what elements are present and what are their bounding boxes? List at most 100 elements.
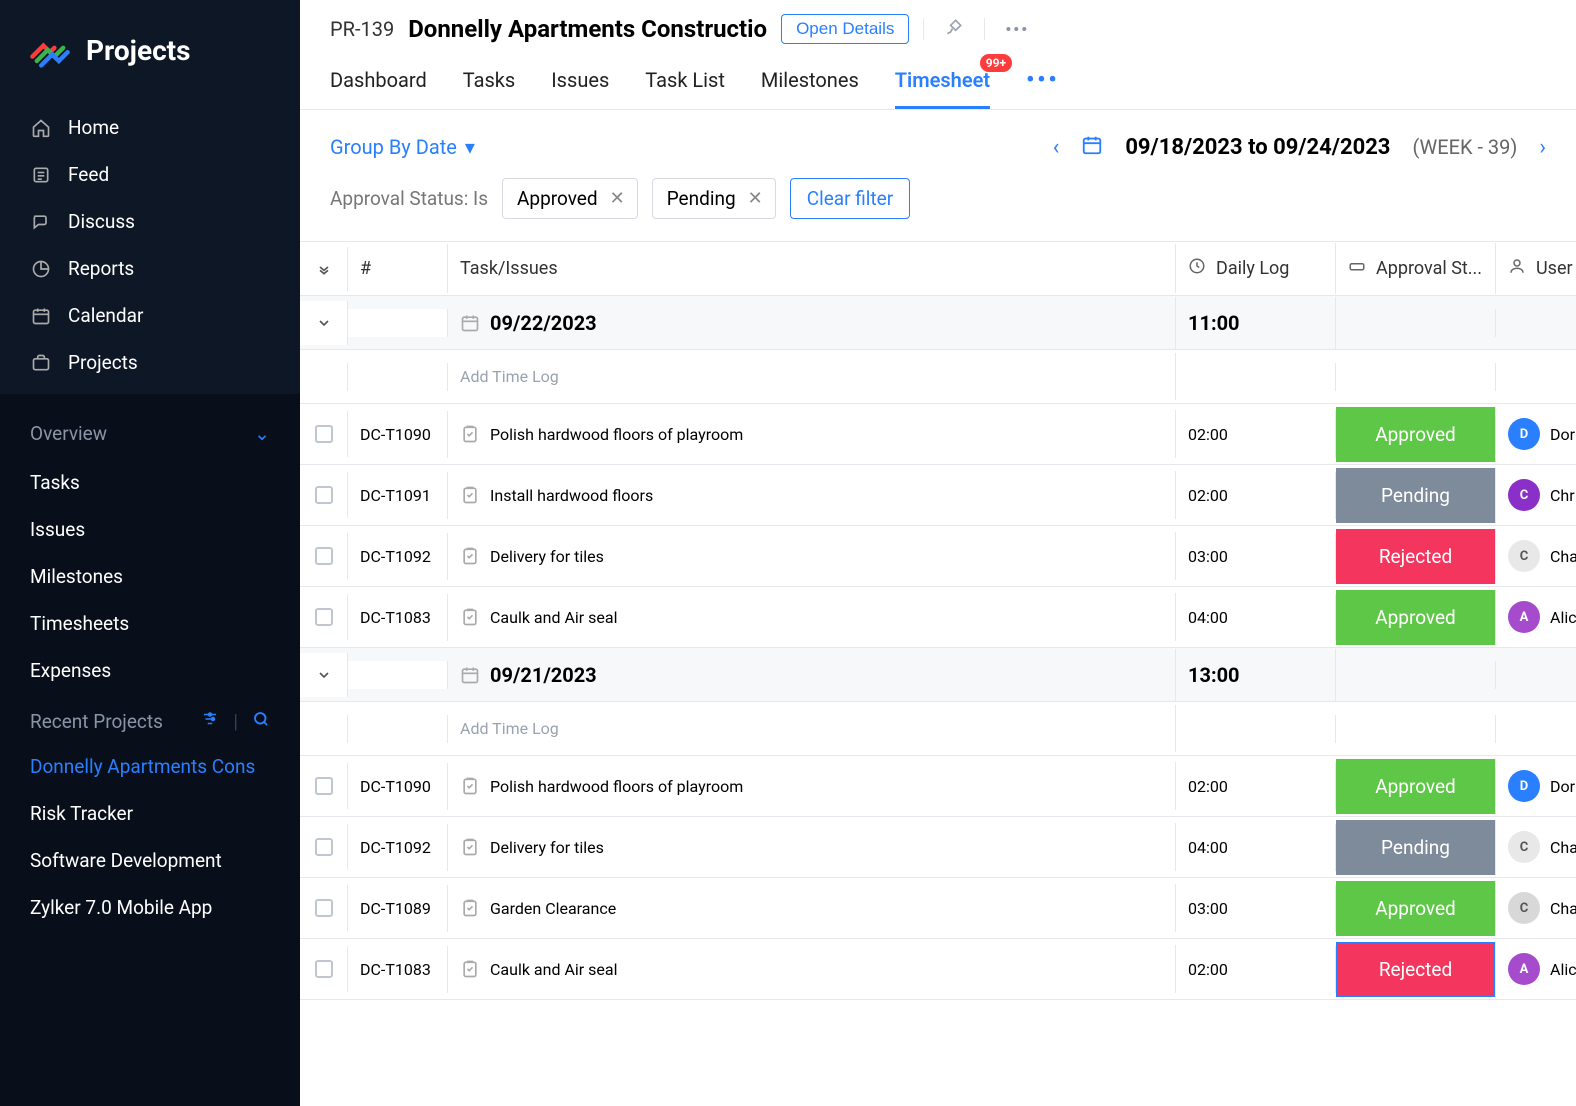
col-task[interactable]: Task/Issues — [448, 244, 1176, 293]
group-by-dropdown[interactable]: Group By Date ▾ — [330, 135, 475, 159]
add-time-log-row[interactable]: Add Time Log — [300, 350, 1576, 404]
open-details-button[interactable]: Open Details — [781, 14, 909, 44]
daily-log: 02:00 — [1176, 472, 1336, 519]
timesheet-row[interactable]: DC-T1083Caulk and Air seal02:00RejectedA… — [300, 939, 1576, 1000]
filter-icon[interactable] — [201, 710, 219, 733]
timesheet-row[interactable]: DC-T1092Delivery for tiles03:00RejectedC… — [300, 526, 1576, 587]
row-checkbox[interactable] — [315, 777, 333, 795]
recent-project-item[interactable]: Software Development — [0, 837, 300, 884]
date-group-row[interactable]: 09/21/202313:00 — [300, 648, 1576, 702]
col-user[interactable]: User — [1496, 243, 1576, 294]
approval-status[interactable]: Pending — [1336, 820, 1495, 875]
expand-all-toggle[interactable] — [300, 247, 348, 291]
nav-item-discuss[interactable]: Discuss — [0, 198, 300, 245]
row-checkbox[interactable] — [315, 960, 333, 978]
overview-section-title[interactable]: Overview ⌄ — [0, 408, 300, 459]
timesheet-row[interactable]: DC-T1090Polish hardwood floors of playro… — [300, 404, 1576, 465]
tab-task-list[interactable]: Task List — [645, 58, 725, 109]
task-icon — [460, 424, 480, 444]
user-name: Dor — [1550, 425, 1575, 444]
user-avatar[interactable]: D — [1508, 418, 1540, 450]
overview-item-milestones[interactable]: Milestones — [0, 553, 300, 600]
brand[interactable]: Projects — [0, 0, 300, 96]
more-tabs-button[interactable]: ••• — [1026, 58, 1059, 109]
tab-tasks[interactable]: Tasks — [463, 58, 516, 109]
main-content: PR-139 Donnelly Apartments Constructio O… — [300, 0, 1576, 1106]
caret-down-icon: ▾ — [465, 135, 475, 159]
row-checkbox[interactable] — [315, 899, 333, 917]
approval-status[interactable]: Rejected — [1336, 529, 1495, 584]
overview-item-expenses[interactable]: Expenses — [0, 647, 300, 694]
add-time-log-row[interactable]: Add Time Log — [300, 702, 1576, 756]
approval-status[interactable]: Approved — [1336, 590, 1495, 645]
sidebar: Projects HomeFeedDiscussReportsCalendarP… — [0, 0, 300, 1106]
nav-item-calendar[interactable]: Calendar — [0, 292, 300, 339]
col-approval[interactable]: Approval St... — [1336, 243, 1496, 294]
tab-dashboard[interactable]: Dashboard — [330, 58, 427, 109]
task-id: DC-T1091 — [348, 472, 448, 519]
recent-project-item[interactable]: Risk Tracker — [0, 790, 300, 837]
task-name: Garden Clearance — [490, 899, 616, 918]
user-name: Cha — [1550, 899, 1576, 918]
approval-status[interactable]: Pending — [1336, 468, 1495, 523]
task-name: Delivery for tiles — [490, 547, 604, 566]
recent-project-item[interactable]: Zylker 7.0 Mobile App — [0, 884, 300, 931]
approval-status[interactable]: Approved — [1336, 407, 1495, 462]
user-avatar[interactable]: C — [1508, 892, 1540, 924]
user-avatar[interactable]: C — [1508, 831, 1540, 863]
nav-item-home[interactable]: Home — [0, 104, 300, 151]
user-avatar[interactable]: C — [1508, 479, 1540, 511]
col-daily-log[interactable]: Daily Log — [1176, 243, 1336, 294]
timesheet-row[interactable]: DC-T1092Delivery for tiles04:00PendingCC… — [300, 817, 1576, 878]
tab-timesheet[interactable]: Timesheet99+ — [895, 58, 990, 109]
nav-item-feed[interactable]: Feed — [0, 151, 300, 198]
user-avatar[interactable]: C — [1508, 540, 1540, 572]
tab-issues[interactable]: Issues — [551, 58, 609, 109]
nav-item-reports[interactable]: Reports — [0, 245, 300, 292]
timesheet-row[interactable]: DC-T1090Polish hardwood floors of playro… — [300, 756, 1576, 817]
approval-status[interactable]: Rejected — [1336, 942, 1495, 997]
row-checkbox[interactable] — [315, 425, 333, 443]
project-header: PR-139 Donnelly Apartments Constructio O… — [300, 0, 1576, 110]
filter-row: Approval Status: Is Approved✕Pending✕ Cl… — [300, 178, 1576, 241]
prev-week-button[interactable]: ‹ — [1053, 135, 1060, 160]
more-icon[interactable]: ••• — [1005, 20, 1029, 39]
collapse-group-icon[interactable] — [300, 653, 348, 697]
add-time-log-label: Add Time Log — [448, 705, 1176, 752]
separator — [923, 18, 924, 40]
approval-status[interactable]: Approved — [1336, 881, 1495, 936]
nav-item-projects[interactable]: Projects — [0, 339, 300, 386]
edit-icon[interactable] — [944, 17, 964, 41]
tabs: Dashboard Tasks Issues Task List Milestones T… — [330, 52, 1546, 109]
approval-status[interactable]: Approved — [1336, 759, 1495, 814]
overview-item-issues[interactable]: Issues — [0, 506, 300, 553]
user-avatar[interactable]: A — [1508, 601, 1540, 633]
row-checkbox[interactable] — [315, 547, 333, 565]
clear-filter-button[interactable]: Clear filter — [790, 178, 910, 219]
timesheet-row[interactable]: DC-T1089Garden Clearance03:00ApprovedCCh… — [300, 878, 1576, 939]
user-avatar[interactable]: A — [1508, 953, 1540, 985]
tab-milestones[interactable]: Milestones — [761, 58, 859, 109]
remove-chip-icon[interactable]: ✕ — [610, 188, 625, 209]
task-id: DC-T1092 — [348, 533, 448, 580]
collapse-group-icon[interactable] — [300, 301, 348, 345]
row-checkbox[interactable] — [315, 486, 333, 504]
search-icon[interactable] — [252, 710, 270, 733]
task-name: Delivery for tiles — [490, 838, 604, 857]
timesheet-row[interactable]: DC-T1091Install hardwood floors02:00Pend… — [300, 465, 1576, 526]
group-date: 09/21/2023 — [490, 663, 597, 687]
overview-item-tasks[interactable]: Tasks — [0, 459, 300, 506]
row-checkbox[interactable] — [315, 838, 333, 856]
row-checkbox[interactable] — [315, 608, 333, 626]
user-avatar[interactable]: D — [1508, 770, 1540, 802]
col-id[interactable]: # — [348, 244, 448, 293]
remove-chip-icon[interactable]: ✕ — [748, 188, 763, 209]
calendar-icon[interactable] — [1081, 134, 1103, 160]
timesheet-row[interactable]: DC-T1083Caulk and Air seal04:00ApprovedA… — [300, 587, 1576, 648]
next-week-button[interactable]: › — [1539, 135, 1546, 160]
overview-item-timesheets[interactable]: Timesheets — [0, 600, 300, 647]
calendar-icon — [30, 305, 52, 327]
nav-primary: HomeFeedDiscussReportsCalendarProjects — [0, 96, 300, 394]
recent-project-item[interactable]: Donnelly Apartments Cons — [0, 743, 300, 790]
date-group-row[interactable]: 09/22/202311:00 — [300, 296, 1576, 350]
